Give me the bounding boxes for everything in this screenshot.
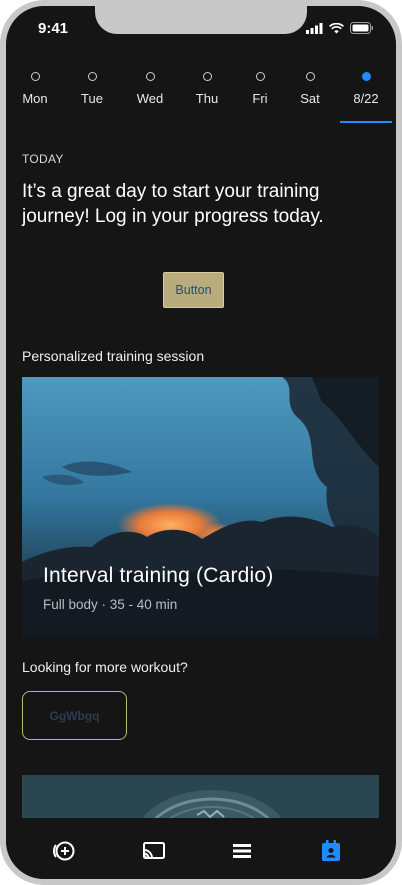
- card-subtitle: Full body · 35 - 40 min: [43, 597, 178, 612]
- training-session-card[interactable]: Interval training (Cardio) Full body · 3…: [22, 377, 379, 637]
- page-headline: It’s a great day to start your training …: [22, 181, 324, 227]
- card-title: Interval training (Cardio): [43, 564, 274, 587]
- cast-icon: [143, 842, 165, 859]
- day-sat[interactable]: Sat: [286, 72, 334, 106]
- day-thu[interactable]: Thu: [183, 72, 231, 106]
- status-time: 9:41: [38, 20, 69, 37]
- tab-cast[interactable]: [141, 838, 167, 864]
- device-frame: 9:41 Mon Tue Wed Thu Fri Sat 8/22 TODAY …: [0, 0, 402, 885]
- calendar-icon: [322, 840, 340, 861]
- bottom-tab-bar: [6, 818, 396, 879]
- day-indicator-dot: [202, 72, 212, 81]
- day-mon[interactable]: Mon: [11, 72, 59, 106]
- wifi-icon: [329, 22, 344, 33]
- app-screen: 9:41 Mon Tue Wed Thu Fri Sat 8/22 TODAY …: [6, 6, 396, 879]
- day-label: Fri: [252, 91, 268, 106]
- day-label: Mon: [22, 91, 48, 106]
- day-label: 8/22: [353, 91, 379, 106]
- day-indicator-dot: [145, 72, 155, 81]
- section-label-more-workout: Looking for more workout?: [22, 659, 188, 675]
- list-icon: [233, 844, 251, 858]
- status-icons: [306, 22, 374, 34]
- tab-calendar[interactable]: [318, 838, 344, 864]
- day-indicator-dot: [305, 72, 315, 81]
- today-label: TODAY: [22, 152, 64, 166]
- tab-list[interactable]: [229, 838, 255, 864]
- day-indicator-dot-active: [361, 72, 371, 81]
- day-selector: Mon Tue Wed Thu Fri Sat 8/22: [6, 72, 396, 132]
- day-indicator-dot: [30, 72, 40, 81]
- device-notch: [95, 6, 307, 34]
- day-tue[interactable]: Tue: [68, 72, 116, 106]
- log-progress-button[interactable]: Button: [163, 272, 224, 308]
- signal-icon: [306, 22, 323, 34]
- day-wed[interactable]: Wed: [126, 72, 174, 106]
- day-fri[interactable]: Fri: [236, 72, 284, 106]
- battery-icon: [350, 22, 373, 34]
- day-label: Thu: [195, 91, 219, 106]
- more-workout-button[interactable]: GgWbgq: [22, 691, 127, 740]
- add-circle-icon: [53, 841, 75, 861]
- tab-add[interactable]: [51, 838, 77, 864]
- section-label-personalized: Personalized training session: [22, 348, 205, 364]
- day-label: Tue: [81, 91, 103, 106]
- day-indicator-dot: [87, 72, 97, 81]
- day-indicator-dot: [255, 72, 265, 81]
- day-today[interactable]: 8/22: [340, 72, 392, 123]
- day-label: Sat: [300, 91, 320, 106]
- active-day-underline: [340, 121, 392, 123]
- day-label: Wed: [136, 91, 164, 106]
